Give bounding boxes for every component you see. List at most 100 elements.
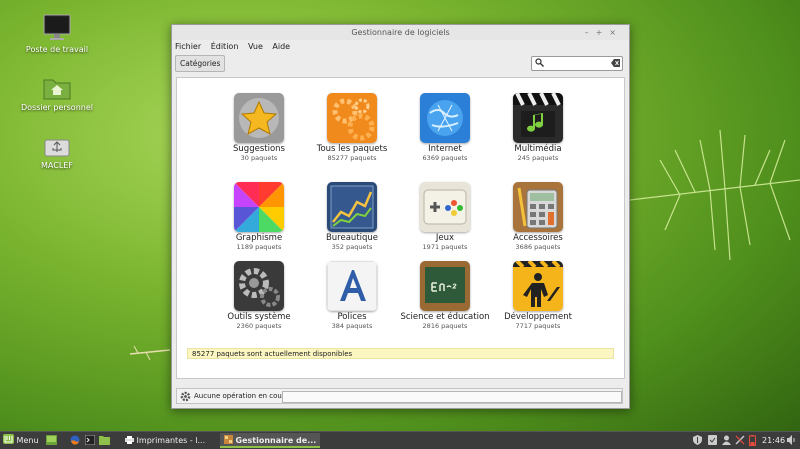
category-name: Science et éducation bbox=[400, 312, 490, 322]
files-icon[interactable] bbox=[99, 435, 110, 445]
home-folder-icon bbox=[43, 79, 71, 100]
search-input[interactable] bbox=[531, 56, 623, 71]
window-titlebar[interactable]: Gestionnaire de logiciels –+× bbox=[172, 25, 629, 40]
clock[interactable]: 21:46 bbox=[762, 432, 785, 449]
task-label: Gestionnaire de... bbox=[235, 436, 317, 445]
category-name: Développement bbox=[504, 312, 572, 322]
category-count: 245 paquets bbox=[517, 154, 559, 162]
update-manager-icon[interactable] bbox=[708, 435, 717, 445]
category-name: Suggestions bbox=[233, 144, 285, 154]
twig-decoration bbox=[130, 345, 170, 361]
menubar: Fichier Édition Vue Aide bbox=[172, 40, 629, 53]
firefox-icon[interactable] bbox=[70, 435, 80, 445]
window-controls: –+× bbox=[585, 25, 623, 40]
category-office[interactable]: Bureautique 352 paquets bbox=[307, 182, 397, 251]
status-text: Aucune opération en cours bbox=[194, 392, 289, 400]
category-internet[interactable]: Internet 6369 paquets bbox=[400, 93, 490, 162]
software-manager-window: Gestionnaire de logiciels –+× Fichier Éd… bbox=[171, 24, 630, 409]
maximize-button[interactable]: + bbox=[596, 28, 610, 37]
calculator-icon bbox=[513, 182, 563, 232]
category-name: Jeux bbox=[435, 233, 455, 243]
category-name: Tous les paquets bbox=[316, 144, 388, 154]
desktop-icon-label: Dossier personnel bbox=[20, 103, 93, 112]
desktop-icon-usb[interactable]: MACLEF bbox=[17, 136, 97, 170]
color-wheel-icon bbox=[234, 182, 284, 232]
category-games[interactable]: Jeux 1971 paquets bbox=[400, 182, 490, 251]
window-title: Gestionnaire de logiciels bbox=[351, 28, 450, 37]
category-name: Internet bbox=[428, 144, 462, 154]
category-name: Outils système bbox=[227, 312, 291, 322]
category-name: Accessoires bbox=[513, 233, 563, 243]
pine-branch-decoration bbox=[629, 129, 800, 261]
chalkboard-icon bbox=[420, 261, 470, 311]
category-name: Bureautique bbox=[325, 233, 379, 243]
usb-drive-icon bbox=[44, 139, 70, 157]
font-icon bbox=[327, 261, 377, 311]
menu-aide[interactable]: Aide bbox=[272, 42, 290, 51]
category-science[interactable]: Science et éducation 2816 paquets bbox=[400, 261, 490, 330]
category-count: 7717 paquets bbox=[515, 322, 561, 330]
shield-icon[interactable] bbox=[693, 435, 702, 445]
network-disconnected-icon[interactable] bbox=[735, 435, 745, 445]
system-gears-icon bbox=[234, 261, 284, 311]
category-all[interactable]: Tous les paquets 85277 paquets bbox=[307, 93, 397, 162]
close-button[interactable]: × bbox=[609, 28, 623, 37]
category-count: 30 paquets bbox=[240, 154, 278, 162]
category-fonts[interactable]: Polices 384 paquets bbox=[307, 261, 397, 330]
category-count: 1189 paquets bbox=[236, 243, 282, 251]
menu-button[interactable]: Menu bbox=[3, 432, 39, 449]
clear-search-icon[interactable] bbox=[611, 59, 620, 67]
desktop-icon-label: Poste de travail bbox=[25, 45, 89, 54]
software-manager-icon bbox=[224, 435, 233, 444]
category-count: 2816 paquets bbox=[422, 322, 468, 330]
user-icon[interactable] bbox=[722, 435, 731, 445]
star-icon bbox=[234, 93, 284, 143]
category-system-tools[interactable]: Outils système 2360 paquets bbox=[214, 261, 304, 330]
bottom-panel: Menu Imprimantes - l... Gestionnaire de.… bbox=[0, 431, 800, 449]
gamepad-icon bbox=[420, 182, 470, 232]
desktop-icon-home[interactable]: Dossier personnel bbox=[17, 76, 97, 112]
category-multimedia[interactable]: Multimédia 245 paquets bbox=[493, 93, 583, 162]
toolbar: Catégories bbox=[172, 53, 629, 75]
computer-icon bbox=[43, 14, 71, 40]
menu-vue[interactable]: Vue bbox=[248, 42, 263, 51]
category-development[interactable]: Développement 7717 paquets bbox=[493, 261, 583, 330]
categories-panel: Suggestions 30 paquets Tous les paquets … bbox=[176, 77, 625, 379]
menu-label: Menu bbox=[16, 436, 39, 445]
desktop-icon-computer[interactable]: Poste de travail bbox=[17, 14, 97, 54]
battery-icon[interactable] bbox=[749, 435, 756, 446]
category-count: 85277 paquets bbox=[327, 154, 377, 162]
task-label: Imprimantes - l... bbox=[136, 436, 206, 445]
category-count: 384 paquets bbox=[331, 322, 373, 330]
globe-icon bbox=[420, 93, 470, 143]
category-graphics[interactable]: Graphisme 1189 paquets bbox=[214, 182, 304, 251]
cog-icon bbox=[180, 391, 191, 402]
gears-icon bbox=[327, 93, 377, 143]
categories-button[interactable]: Catégories bbox=[175, 55, 226, 72]
search-icon bbox=[535, 58, 544, 67]
package-count-notice: 85277 paquets sont actuellement disponib… bbox=[187, 348, 614, 359]
progress-bar bbox=[282, 391, 622, 403]
taskbar-item-printers[interactable]: Imprimantes - l... bbox=[121, 433, 217, 448]
category-count: 2360 paquets bbox=[236, 322, 282, 330]
menu-fichier[interactable]: Fichier bbox=[175, 42, 201, 51]
category-name: Polices bbox=[337, 312, 367, 322]
category-suggestions[interactable]: Suggestions 30 paquets bbox=[214, 93, 304, 162]
category-name: Graphisme bbox=[235, 233, 283, 243]
menu-edition[interactable]: Édition bbox=[211, 42, 239, 51]
chart-icon bbox=[327, 182, 377, 232]
show-desktop-icon[interactable] bbox=[46, 435, 57, 445]
category-count: 1971 paquets bbox=[422, 243, 468, 251]
construction-icon bbox=[513, 261, 563, 311]
clapperboard-icon bbox=[513, 93, 563, 143]
status-bar: Aucune opération en cours bbox=[176, 388, 623, 404]
desktop-icon-label: MACLEF bbox=[41, 161, 73, 170]
terminal-icon[interactable] bbox=[85, 435, 95, 445]
taskbar-item-software-manager[interactable]: Gestionnaire de... bbox=[220, 433, 320, 448]
printer-icon bbox=[125, 436, 134, 444]
volume-icon[interactable] bbox=[787, 435, 796, 445]
category-count: 6369 paquets bbox=[422, 154, 468, 162]
minimize-button[interactable]: – bbox=[585, 28, 596, 37]
category-accessories[interactable]: Accessoires 3686 paquets bbox=[493, 182, 583, 251]
category-count: 352 paquets bbox=[331, 243, 373, 251]
